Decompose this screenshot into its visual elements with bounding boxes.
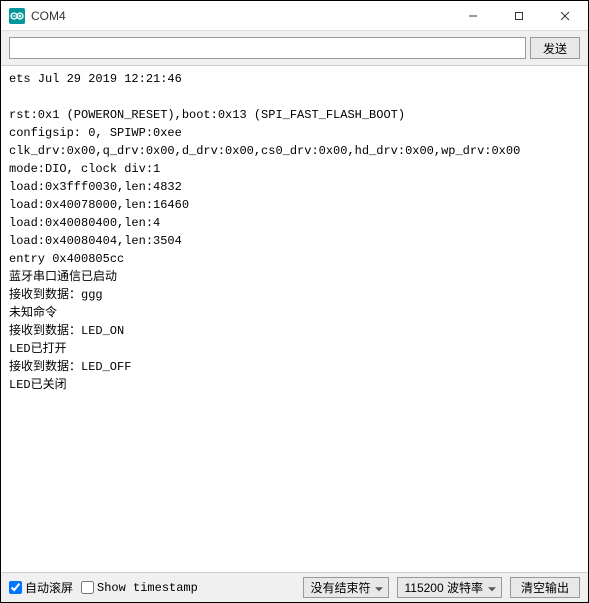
serial-input[interactable] [9, 37, 526, 59]
clear-output-button[interactable]: 清空输出 [510, 577, 580, 598]
serial-monitor-window: COM4 发送 ets Jul 29 2019 12:21:46 rst:0x1… [0, 0, 589, 603]
titlebar: COM4 [1, 1, 588, 31]
send-button[interactable]: 发送 [530, 37, 580, 59]
line-ending-selected: 没有结束符 [310, 579, 370, 596]
timestamp-label: Show timestamp [97, 581, 198, 595]
autoscroll-label: 自动滚屏 [25, 579, 73, 596]
maximize-button[interactable] [496, 1, 542, 30]
autoscroll-checkbox-input[interactable] [9, 581, 22, 594]
bottom-bar: 自动滚屏 Show timestamp 没有结束符 115200 波特率 清空输… [1, 572, 588, 602]
line-ending-select[interactable]: 没有结束符 [303, 577, 389, 598]
window-title: COM4 [31, 9, 450, 23]
minimize-button[interactable] [450, 1, 496, 30]
baud-rate-select[interactable]: 115200 波特率 [397, 577, 502, 598]
serial-output[interactable]: ets Jul 29 2019 12:21:46 rst:0x1 (POWERO… [1, 66, 588, 572]
autoscroll-checkbox[interactable]: 自动滚屏 [9, 579, 73, 596]
close-button[interactable] [542, 1, 588, 30]
timestamp-checkbox-input[interactable] [81, 581, 94, 594]
arduino-icon [9, 8, 25, 24]
timestamp-checkbox[interactable]: Show timestamp [81, 581, 198, 595]
baud-rate-selected: 115200 波特率 [404, 579, 483, 596]
serial-input-row: 发送 [1, 31, 588, 66]
window-controls [450, 1, 588, 30]
